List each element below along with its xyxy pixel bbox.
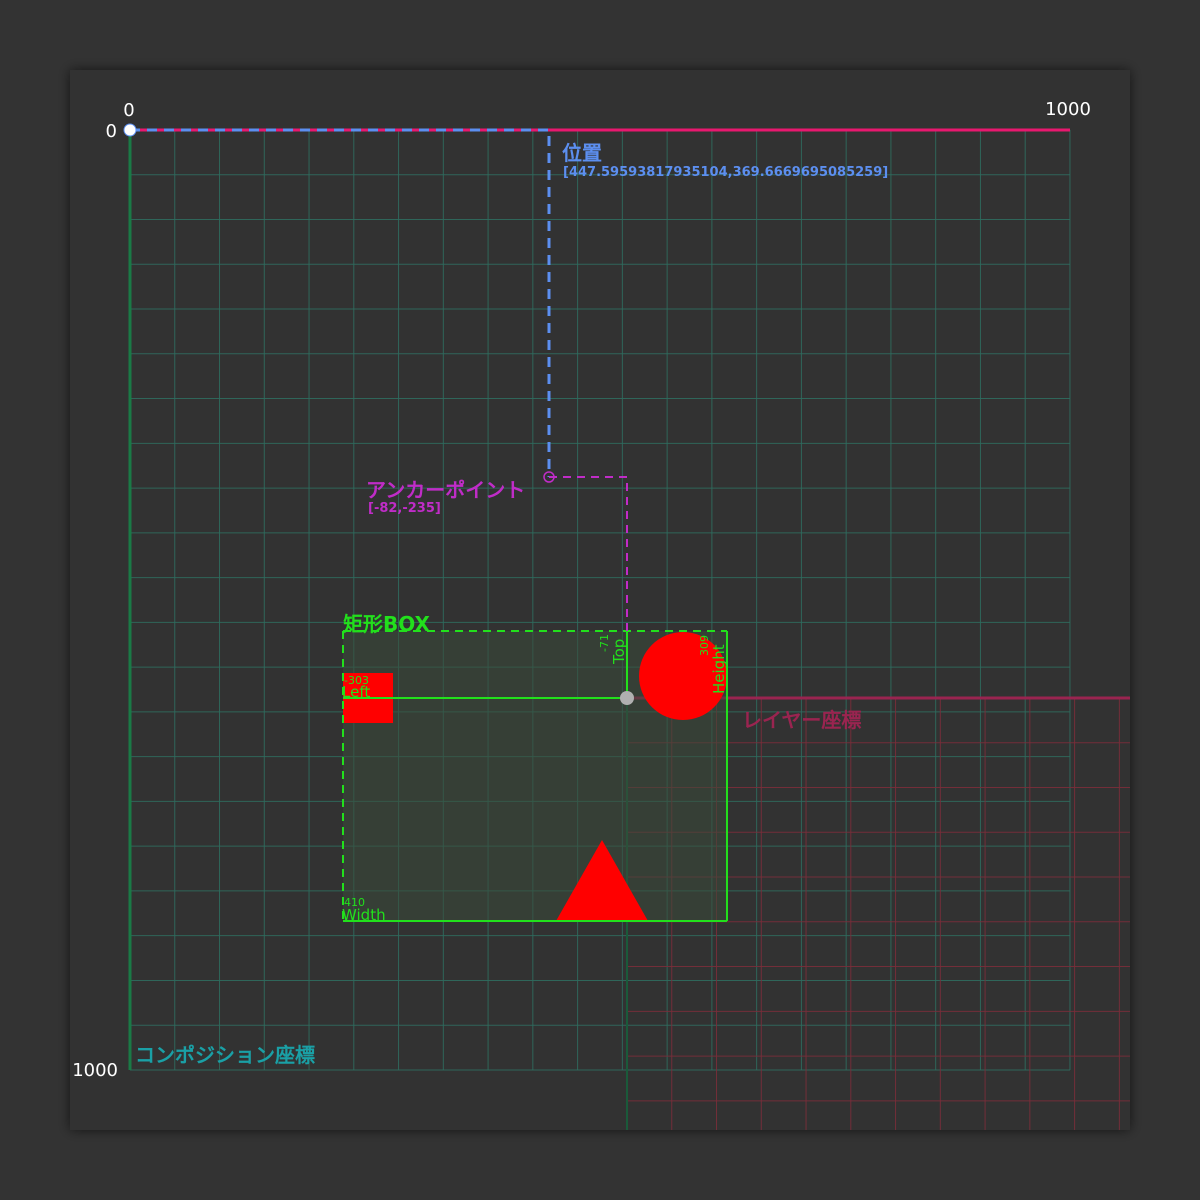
layer-coordinate-label: レイヤー座標 <box>742 708 861 732</box>
position-label: 位置 <box>562 141 602 165</box>
axis-y-max-label: 1000 <box>72 1060 118 1081</box>
layer-origin-marker <box>620 691 634 705</box>
axis-y-origin-label: 0 <box>106 121 117 142</box>
rect-left-label: Left <box>342 683 370 701</box>
position-value: [447.59593817935104,369.6669695085259] <box>563 165 888 180</box>
anchor-point-value: [-82,-235] <box>368 501 441 516</box>
rect-top-label: Top <box>610 639 628 665</box>
composition-origin-marker <box>123 123 137 137</box>
rect-box-label: 矩形BOX <box>343 612 431 636</box>
canvas-panel <box>70 70 1130 1130</box>
axis-x-max-label: 1000 <box>1045 99 1091 120</box>
rect-width-label: Width <box>342 906 386 924</box>
anchor-point-label: アンカーポイント <box>366 478 525 502</box>
coordinate-diagram: 0 0 1000 1000 位置 [447.59593817935104,369… <box>70 70 1130 1130</box>
composition-coordinate-label: コンポジション座標 <box>135 1043 315 1067</box>
rect-height-label: Height <box>710 644 728 694</box>
axis-x-origin-label: 0 <box>123 100 134 121</box>
